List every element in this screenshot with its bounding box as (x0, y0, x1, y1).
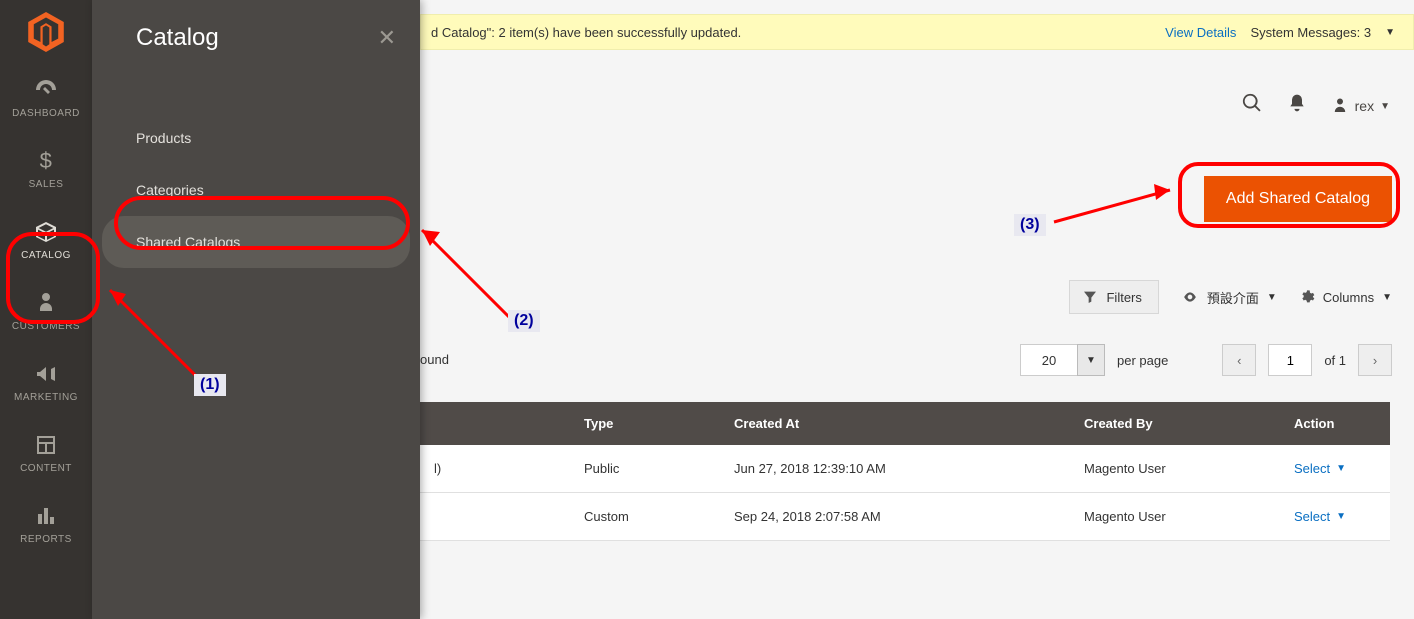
sidebar-item-reports[interactable]: REPORTS (0, 490, 92, 561)
columns-label: Columns (1323, 290, 1374, 305)
sidebar-label: CATALOG (21, 250, 71, 261)
select-action-link[interactable]: Select ▼ (1294, 509, 1376, 524)
next-page-button[interactable]: › (1358, 344, 1392, 376)
bullhorn-icon (33, 362, 59, 386)
sidebar-item-catalog[interactable]: CATALOG (0, 206, 92, 277)
sidebar-label: CONTENT (20, 463, 72, 474)
person-icon (33, 291, 59, 315)
magento-logo[interactable] (0, 0, 92, 64)
flyout-title: Catalog (136, 24, 219, 52)
view-details-link[interactable]: View Details (1165, 25, 1236, 40)
chevron-down-icon[interactable]: ▼ (1385, 27, 1395, 38)
bars-icon (33, 504, 59, 528)
chevron-down-icon: ▼ (1382, 292, 1392, 303)
flyout-header: Catalog ✕ (92, 0, 420, 76)
page-size-value: 20 (1020, 344, 1078, 376)
chevron-down-icon: ▼ (1267, 292, 1277, 303)
cell-created-at: Jun 27, 2018 12:39:10 AM (720, 445, 1070, 493)
dollar-icon: $ (33, 149, 59, 173)
filters-button[interactable]: Filters (1069, 280, 1158, 314)
sidebar-item-customers[interactable]: CUSTOMERS (0, 277, 92, 348)
col-name[interactable] (420, 402, 570, 445)
cell-type: Public (570, 445, 720, 493)
cell-action: Select ▼ (1280, 493, 1390, 541)
page-size-select[interactable]: 20 ▼ (1020, 344, 1105, 376)
header-actions: rex ▼ (1241, 92, 1390, 120)
cell-name (420, 493, 570, 541)
search-icon[interactable] (1241, 92, 1263, 120)
sidebar-label: MARKETING (14, 392, 78, 403)
user-menu[interactable]: rex ▼ (1331, 97, 1390, 115)
sysbar-message: d Catalog": 2 item(s) have been successf… (431, 25, 741, 40)
chevron-down-icon: ▼ (1077, 344, 1105, 376)
person-icon (1331, 97, 1349, 115)
cell-created-at: Sep 24, 2018 2:07:58 AM (720, 493, 1070, 541)
table-row[interactable]: Custom Sep 24, 2018 2:07:58 AM Magento U… (420, 493, 1390, 541)
cell-created-by: Magento User (1070, 493, 1280, 541)
chevron-down-icon: ▼ (1380, 101, 1390, 112)
cell-name: l) (420, 445, 570, 493)
records-found: ound (420, 352, 449, 367)
eye-icon (1181, 290, 1199, 304)
sysbar-right: View Details System Messages: 3 ▼ (1165, 25, 1395, 40)
username: rex (1355, 98, 1374, 114)
add-shared-catalog-button[interactable]: Add Shared Catalog (1204, 176, 1392, 222)
grid-toolbar: Filters 預設介面 ▼ Columns ▼ (420, 280, 1392, 314)
layout-icon (33, 433, 59, 457)
sidebar-label: DASHBOARD (12, 108, 80, 119)
catalog-flyout: Catalog ✕ Products Categories Shared Cat… (92, 0, 420, 619)
cell-created-by: Magento User (1070, 445, 1280, 493)
flyout-item-categories[interactable]: Categories (92, 164, 420, 216)
left-nav-rail: DASHBOARD $ SALES CATALOG CUSTOMERS MARK… (0, 0, 92, 619)
funnel-icon (1082, 289, 1098, 305)
sidebar-item-content[interactable]: CONTENT (0, 419, 92, 490)
close-icon[interactable]: ✕ (378, 25, 396, 51)
pager: 20 ▼ per page ‹ of 1 › (1020, 344, 1392, 376)
prev-page-button[interactable]: ‹ (1222, 344, 1256, 376)
system-messages-count: System Messages: 3 (1250, 25, 1371, 40)
default-view-button[interactable]: 預設介面 ▼ (1181, 288, 1277, 307)
of-total: of 1 (1324, 353, 1346, 368)
sidebar-item-sales[interactable]: $ SALES (0, 135, 92, 206)
sidebar-item-marketing[interactable]: MARKETING (0, 348, 92, 419)
sidebar-item-dashboard[interactable]: DASHBOARD (0, 64, 92, 135)
shared-catalogs-grid: Type Created At Created By Action l) Pub… (420, 402, 1390, 541)
flyout-item-shared-catalogs[interactable]: Shared Catalogs (102, 216, 410, 268)
bell-icon[interactable] (1287, 93, 1307, 119)
table-row[interactable]: l) Public Jun 27, 2018 12:39:10 AM Magen… (420, 445, 1390, 493)
flyout-list: Products Categories Shared Catalogs (92, 112, 420, 268)
default-view-label: 預設介面 (1207, 288, 1259, 307)
annotation-arrow-3 (1044, 172, 1184, 232)
annotation-label-2: (2) (508, 310, 540, 332)
sidebar-label: REPORTS (20, 534, 72, 545)
chevron-down-icon: ▼ (1336, 511, 1346, 522)
filters-label: Filters (1106, 290, 1141, 305)
sidebar-label: SALES (29, 179, 64, 190)
per-page-label: per page (1117, 353, 1168, 368)
dashboard-icon (33, 78, 59, 102)
magento-logo-icon (28, 12, 64, 52)
columns-button[interactable]: Columns ▼ (1299, 289, 1392, 305)
system-message-bar: d Catalog": 2 item(s) have been successf… (420, 14, 1414, 50)
col-type[interactable]: Type (570, 402, 720, 445)
chevron-down-icon: ▼ (1336, 463, 1346, 474)
flyout-item-products[interactable]: Products (92, 112, 420, 164)
box-icon (33, 220, 59, 244)
annotation-label-3: (3) (1014, 214, 1046, 236)
col-created-by[interactable]: Created By (1070, 402, 1280, 445)
sidebar-label: CUSTOMERS (12, 321, 80, 332)
annotation-label-1: (1) (194, 374, 226, 396)
gear-icon (1299, 289, 1315, 305)
cell-action: Select ▼ (1280, 445, 1390, 493)
col-action: Action (1280, 402, 1390, 445)
col-created-at[interactable]: Created At (720, 402, 1070, 445)
table-header-row: Type Created At Created By Action (420, 402, 1390, 445)
select-label: Select (1294, 509, 1330, 524)
page-number-input[interactable] (1268, 344, 1312, 376)
select-label: Select (1294, 461, 1330, 476)
select-action-link[interactable]: Select ▼ (1294, 461, 1376, 476)
cell-type: Custom (570, 493, 720, 541)
